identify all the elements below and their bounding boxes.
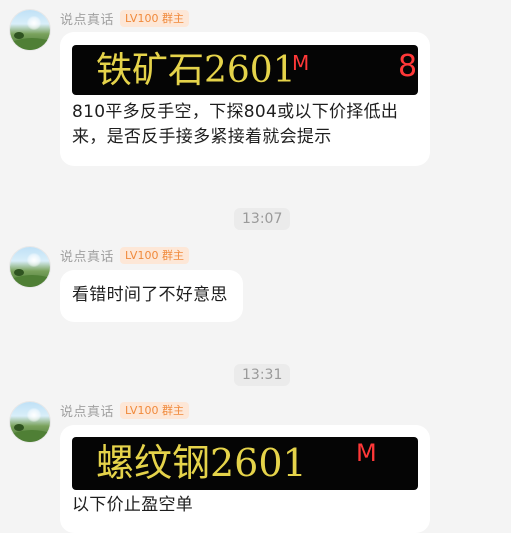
message-text: 看错时间了不好意思 bbox=[72, 285, 228, 305]
ticker-unit: M bbox=[292, 51, 310, 75]
avatar[interactable] bbox=[10, 10, 50, 50]
message-text: 以下价止盈空单 bbox=[72, 495, 194, 515]
sender-name[interactable]: 说点真话 bbox=[60, 9, 114, 28]
group-owner-badge: LV100 群主 bbox=[120, 401, 189, 419]
message-meta: 说点真话 LV100 群主 bbox=[60, 246, 189, 265]
avatar[interactable] bbox=[10, 402, 50, 442]
timestamp: 13:07 bbox=[234, 208, 291, 230]
ticker-image[interactable]: 铁矿石2601 M 8 bbox=[72, 45, 418, 95]
avatar-bush bbox=[14, 32, 24, 39]
group-owner-badge: LV100 群主 bbox=[120, 9, 189, 27]
chat-area: 说点真话 LV100 群主 铁矿石2601 M 8 810平多反手空，下探804… bbox=[0, 0, 511, 533]
sender-name[interactable]: 说点真话 bbox=[60, 246, 114, 265]
message-bubble[interactable]: 铁矿石2601 M 8 810平多反手空，下探804或以下价择低出 来，是否反手… bbox=[60, 32, 430, 166]
ticker-extra-digit: 8 bbox=[398, 49, 418, 84]
avatar-sun bbox=[27, 253, 41, 267]
avatar-hill bbox=[10, 275, 50, 287]
message-meta: 说点真话 LV100 群主 bbox=[60, 401, 189, 420]
avatar-bush bbox=[14, 424, 24, 431]
avatar-sun bbox=[27, 16, 41, 30]
group-owner-badge: LV100 群主 bbox=[120, 246, 189, 264]
message-bubble[interactable]: 螺纹钢2601 M 以下价止盈空单 bbox=[60, 425, 430, 533]
avatar-hill bbox=[10, 38, 50, 50]
avatar-hill bbox=[10, 430, 50, 442]
ticker-name: 铁矿石2601 bbox=[96, 50, 296, 91]
sender-name[interactable]: 说点真话 bbox=[60, 401, 114, 420]
avatar-bush bbox=[14, 269, 24, 276]
avatar-sun bbox=[27, 408, 41, 422]
ticker-image[interactable]: 螺纹钢2601 M bbox=[72, 437, 418, 490]
ticker-unit: M bbox=[356, 439, 377, 467]
message-meta: 说点真话 LV100 群主 bbox=[60, 9, 189, 28]
timestamp: 13:31 bbox=[234, 364, 291, 386]
avatar[interactable] bbox=[10, 247, 50, 287]
message-bubble[interactable]: 看错时间了不好意思 bbox=[60, 270, 243, 322]
message-text: 810平多反手空，下探804或以下价择低出 来，是否反手接多紧接着就会提示 bbox=[72, 102, 399, 147]
ticker-name: 螺纹钢2601 bbox=[96, 441, 307, 485]
